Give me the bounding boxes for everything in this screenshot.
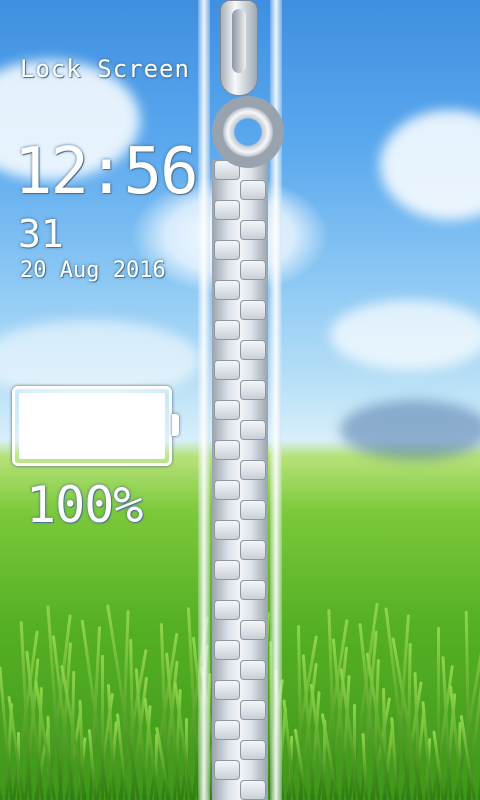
zipper-tooth bbox=[214, 360, 240, 380]
zipper-tooth bbox=[214, 640, 240, 660]
zipper-tooth bbox=[214, 480, 240, 500]
zipper-tooth bbox=[214, 440, 240, 460]
zipper-tooth bbox=[214, 200, 240, 220]
zipper-tooth bbox=[240, 460, 266, 480]
zipper-pull-slot bbox=[232, 9, 246, 73]
full-date: 20 Aug 2016 bbox=[20, 258, 166, 283]
zipper-tooth bbox=[240, 620, 266, 640]
zipper-tooth bbox=[240, 260, 266, 280]
zipper-tooth bbox=[240, 180, 266, 200]
zipper-tooth bbox=[240, 740, 266, 760]
zipper-tooth bbox=[240, 660, 266, 680]
clock-time: 12:56 bbox=[14, 135, 199, 209]
zipper-tooth bbox=[240, 540, 266, 560]
day-of-month: 31 bbox=[18, 212, 64, 256]
battery-fill bbox=[19, 393, 165, 459]
zipper-tooth bbox=[214, 240, 240, 260]
zipper-pull-ring[interactable] bbox=[212, 96, 284, 168]
zipper-tooth bbox=[214, 720, 240, 740]
zipper-tape-left bbox=[198, 0, 210, 800]
zipper-tooth bbox=[214, 280, 240, 300]
zipper-tooth bbox=[240, 700, 266, 720]
zipper-tooth bbox=[214, 560, 240, 580]
zipper-tooth bbox=[240, 780, 266, 800]
zipper-tooth bbox=[214, 600, 240, 620]
zipper-tooth bbox=[240, 500, 266, 520]
app-title: Lock Screen bbox=[20, 55, 190, 83]
zipper-pull-icon[interactable] bbox=[210, 0, 284, 168]
zipper-tooth bbox=[214, 320, 240, 340]
zipper-tooth bbox=[240, 380, 266, 400]
zipper-pull-tab[interactable] bbox=[220, 0, 258, 96]
battery-icon bbox=[12, 386, 172, 466]
zipper-tooth bbox=[240, 580, 266, 600]
zipper-tooth bbox=[240, 420, 266, 440]
zipper-teeth bbox=[212, 160, 268, 800]
zipper-tooth bbox=[214, 760, 240, 780]
zipper-tooth bbox=[240, 220, 266, 240]
battery-percentage: 100% bbox=[26, 476, 143, 534]
zipper-tooth bbox=[240, 340, 266, 360]
zipper-tooth bbox=[214, 400, 240, 420]
zipper-tooth bbox=[214, 680, 240, 700]
battery-tip bbox=[172, 414, 179, 436]
zipper-tooth bbox=[240, 300, 266, 320]
zipper-unlock-slider[interactable] bbox=[198, 0, 284, 800]
zipper-tooth bbox=[214, 520, 240, 540]
